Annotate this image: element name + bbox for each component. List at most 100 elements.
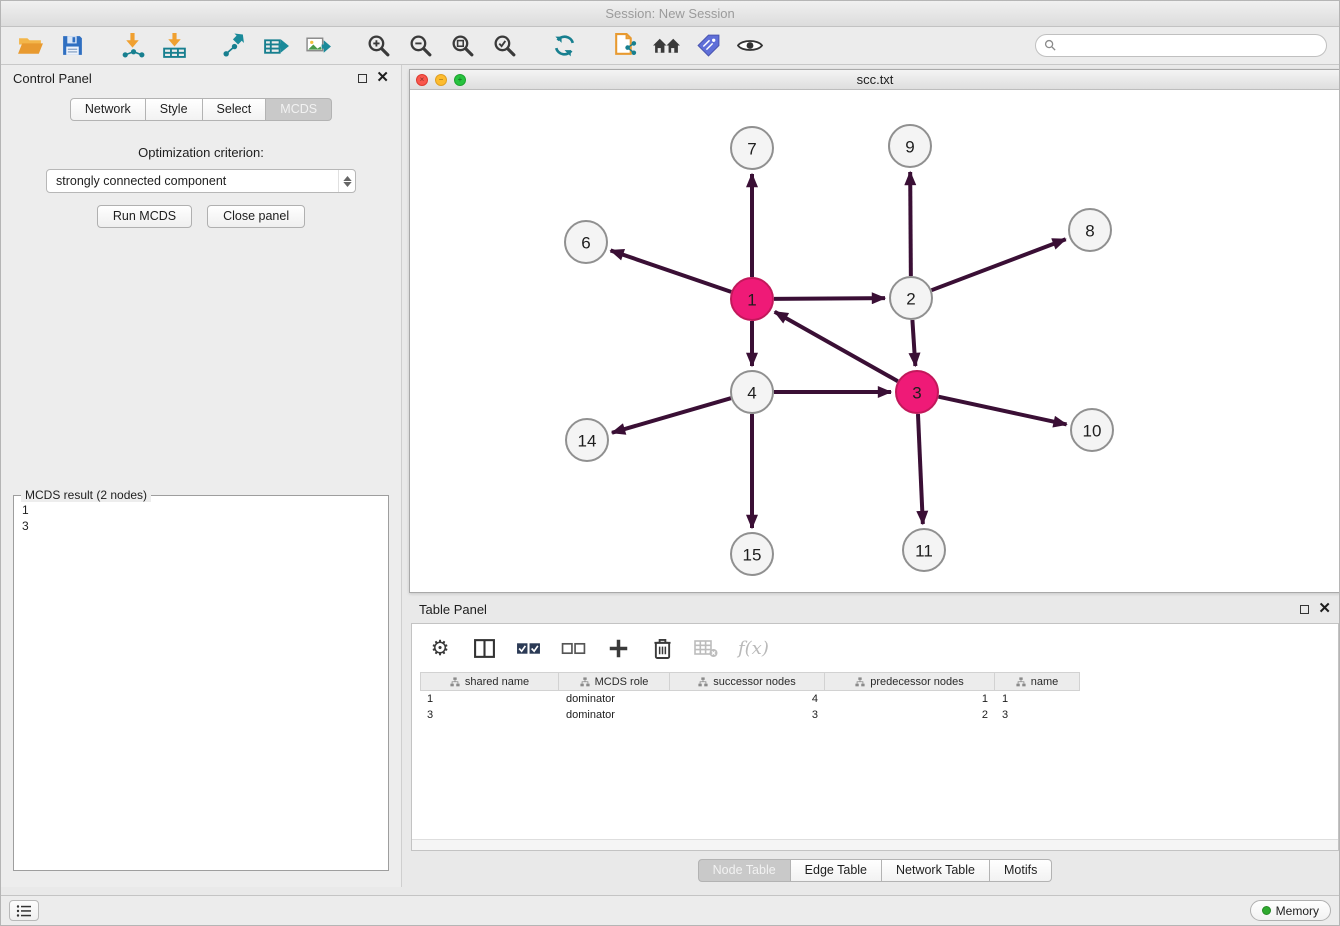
refresh-layout-button[interactable] — [547, 30, 581, 62]
task-history-button[interactable] — [9, 900, 39, 921]
result-line: 1 — [22, 502, 380, 518]
control-panel-tabs: Network Style Select MCDS — [1, 98, 401, 121]
svg-text:8: 8 — [1085, 222, 1094, 241]
network-graph[interactable]: 7 9 6 8 1 2 4 3 14 10 15 11 — [410, 90, 1340, 592]
plus-icon — [608, 638, 629, 659]
export-network-button[interactable] — [217, 30, 251, 62]
fx-icon: f(x) — [738, 638, 769, 659]
close-table-panel-icon[interactable]: ✕ — [1318, 604, 1331, 614]
export-network-icon — [221, 32, 248, 59]
search-input[interactable] — [1062, 39, 1318, 53]
delete-table-button[interactable] — [694, 634, 718, 662]
save-session-button[interactable] — [55, 30, 89, 62]
tab-edge-table[interactable]: Edge Table — [791, 859, 882, 882]
import-table-button[interactable] — [157, 30, 191, 62]
node-8[interactable]: 8 — [1069, 209, 1111, 251]
result-line: 3 — [22, 518, 380, 534]
node-9[interactable]: 9 — [889, 125, 931, 167]
edge-1-2[interactable] — [774, 298, 885, 299]
table-row[interactable]: 3dominator323 — [420, 707, 1338, 723]
node-7[interactable]: 7 — [731, 127, 773, 169]
node-3[interactable]: 3 — [896, 371, 938, 413]
column-header[interactable]: predecessor nodes — [825, 672, 995, 691]
search-field[interactable] — [1035, 34, 1327, 57]
edge-1-6[interactable] — [611, 250, 732, 291]
zoom-selected-button[interactable] — [487, 30, 521, 62]
table-row[interactable]: 1dominator411 — [420, 691, 1338, 707]
import-network-button[interactable] — [115, 30, 149, 62]
tab-network[interactable]: Network — [70, 98, 146, 121]
open-session-button[interactable] — [13, 30, 47, 62]
column-header[interactable]: successor nodes — [670, 672, 825, 691]
node-15[interactable]: 15 — [731, 533, 773, 575]
function-builder-button[interactable]: f(x) — [738, 634, 769, 662]
deselect-all-button[interactable] — [561, 634, 586, 662]
tab-style[interactable]: Style — [146, 98, 203, 121]
column-header[interactable]: name — [995, 672, 1080, 691]
annotations-button[interactable] — [691, 30, 725, 62]
tab-network-table[interactable]: Network Table — [882, 859, 990, 882]
tab-node-table[interactable]: Node Table — [698, 859, 791, 882]
zoom-fit-button[interactable] — [445, 30, 479, 62]
memory-status-icon — [1262, 906, 1271, 915]
float-table-panel-icon[interactable] — [1300, 605, 1309, 614]
zoom-selected-icon — [492, 33, 517, 58]
node-10[interactable]: 10 — [1071, 409, 1113, 451]
node-4[interactable]: 4 — [731, 371, 773, 413]
network-canvas[interactable]: 7 9 6 8 1 2 4 3 14 10 15 11 — [410, 90, 1340, 592]
show-details-button[interactable] — [733, 30, 767, 62]
close-panel-button[interactable]: Close panel — [207, 205, 305, 228]
zoom-out-button[interactable] — [403, 30, 437, 62]
edge-3-11[interactable] — [918, 414, 923, 524]
run-mcds-button[interactable]: Run MCDS — [97, 205, 192, 228]
import-table-icon — [161, 32, 188, 59]
network-from-selection-icon — [611, 32, 638, 59]
memory-button[interactable]: Memory — [1250, 900, 1331, 921]
column-header[interactable]: shared name — [420, 672, 559, 691]
node-14[interactable]: 14 — [566, 419, 608, 461]
edge-2-3[interactable] — [912, 320, 915, 366]
edge-2-9[interactable] — [910, 172, 911, 276]
export-image-button[interactable] — [301, 30, 335, 62]
close-panel-icon[interactable]: ✕ — [376, 73, 389, 83]
delete-table-icon — [694, 638, 718, 658]
network-window-titlebar[interactable]: scc.txt × − + — [410, 70, 1340, 90]
node-table-card: ⚙ — [411, 623, 1339, 851]
node-table-header: shared nameMCDS rolesuccessor nodesprede… — [420, 672, 1338, 691]
folder-open-icon — [17, 33, 44, 58]
add-row-button[interactable] — [606, 634, 630, 662]
edge-2-8[interactable] — [932, 239, 1066, 290]
network-from-selection-button[interactable] — [607, 30, 641, 62]
float-panel-icon[interactable] — [358, 74, 367, 83]
edge-3-10[interactable] — [938, 397, 1066, 425]
delete-row-button[interactable] — [650, 634, 674, 662]
node-2[interactable]: 2 — [890, 277, 932, 319]
select-all-icon — [516, 639, 541, 658]
eye-icon — [736, 36, 764, 55]
table-settings-button[interactable]: ⚙ — [428, 634, 452, 662]
edge-4-14[interactable] — [612, 398, 731, 433]
split-columns-button[interactable] — [472, 634, 496, 662]
node-11[interactable]: 11 — [903, 529, 945, 571]
zoom-out-icon — [408, 33, 433, 58]
node-table: shared nameMCDS rolesuccessor nodesprede… — [412, 672, 1338, 723]
optimization-criterion-label: Optimization criterion: — [1, 145, 401, 160]
horizontal-scrollbar[interactable] — [412, 839, 1338, 850]
memory-label: Memory — [1276, 904, 1319, 918]
column-header[interactable]: MCDS role — [559, 672, 670, 691]
select-all-button[interactable] — [516, 634, 541, 662]
optimization-criterion-select[interactable]: strongly connected component — [46, 169, 356, 193]
tab-select[interactable]: Select — [203, 98, 267, 121]
column-tree-icon — [698, 677, 708, 687]
tab-motifs[interactable]: Motifs — [990, 859, 1052, 882]
node-1[interactable]: 1 — [731, 278, 773, 320]
trash-icon — [653, 637, 672, 660]
zoom-in-icon — [366, 33, 391, 58]
window-title: Session: New Session — [605, 6, 734, 21]
edge-3-1[interactable] — [775, 312, 898, 381]
node-6[interactable]: 6 — [565, 221, 607, 263]
tab-mcds[interactable]: MCDS — [266, 98, 332, 121]
zoom-in-button[interactable] — [361, 30, 395, 62]
overview-button[interactable] — [649, 30, 683, 62]
export-table-button[interactable] — [259, 30, 293, 62]
